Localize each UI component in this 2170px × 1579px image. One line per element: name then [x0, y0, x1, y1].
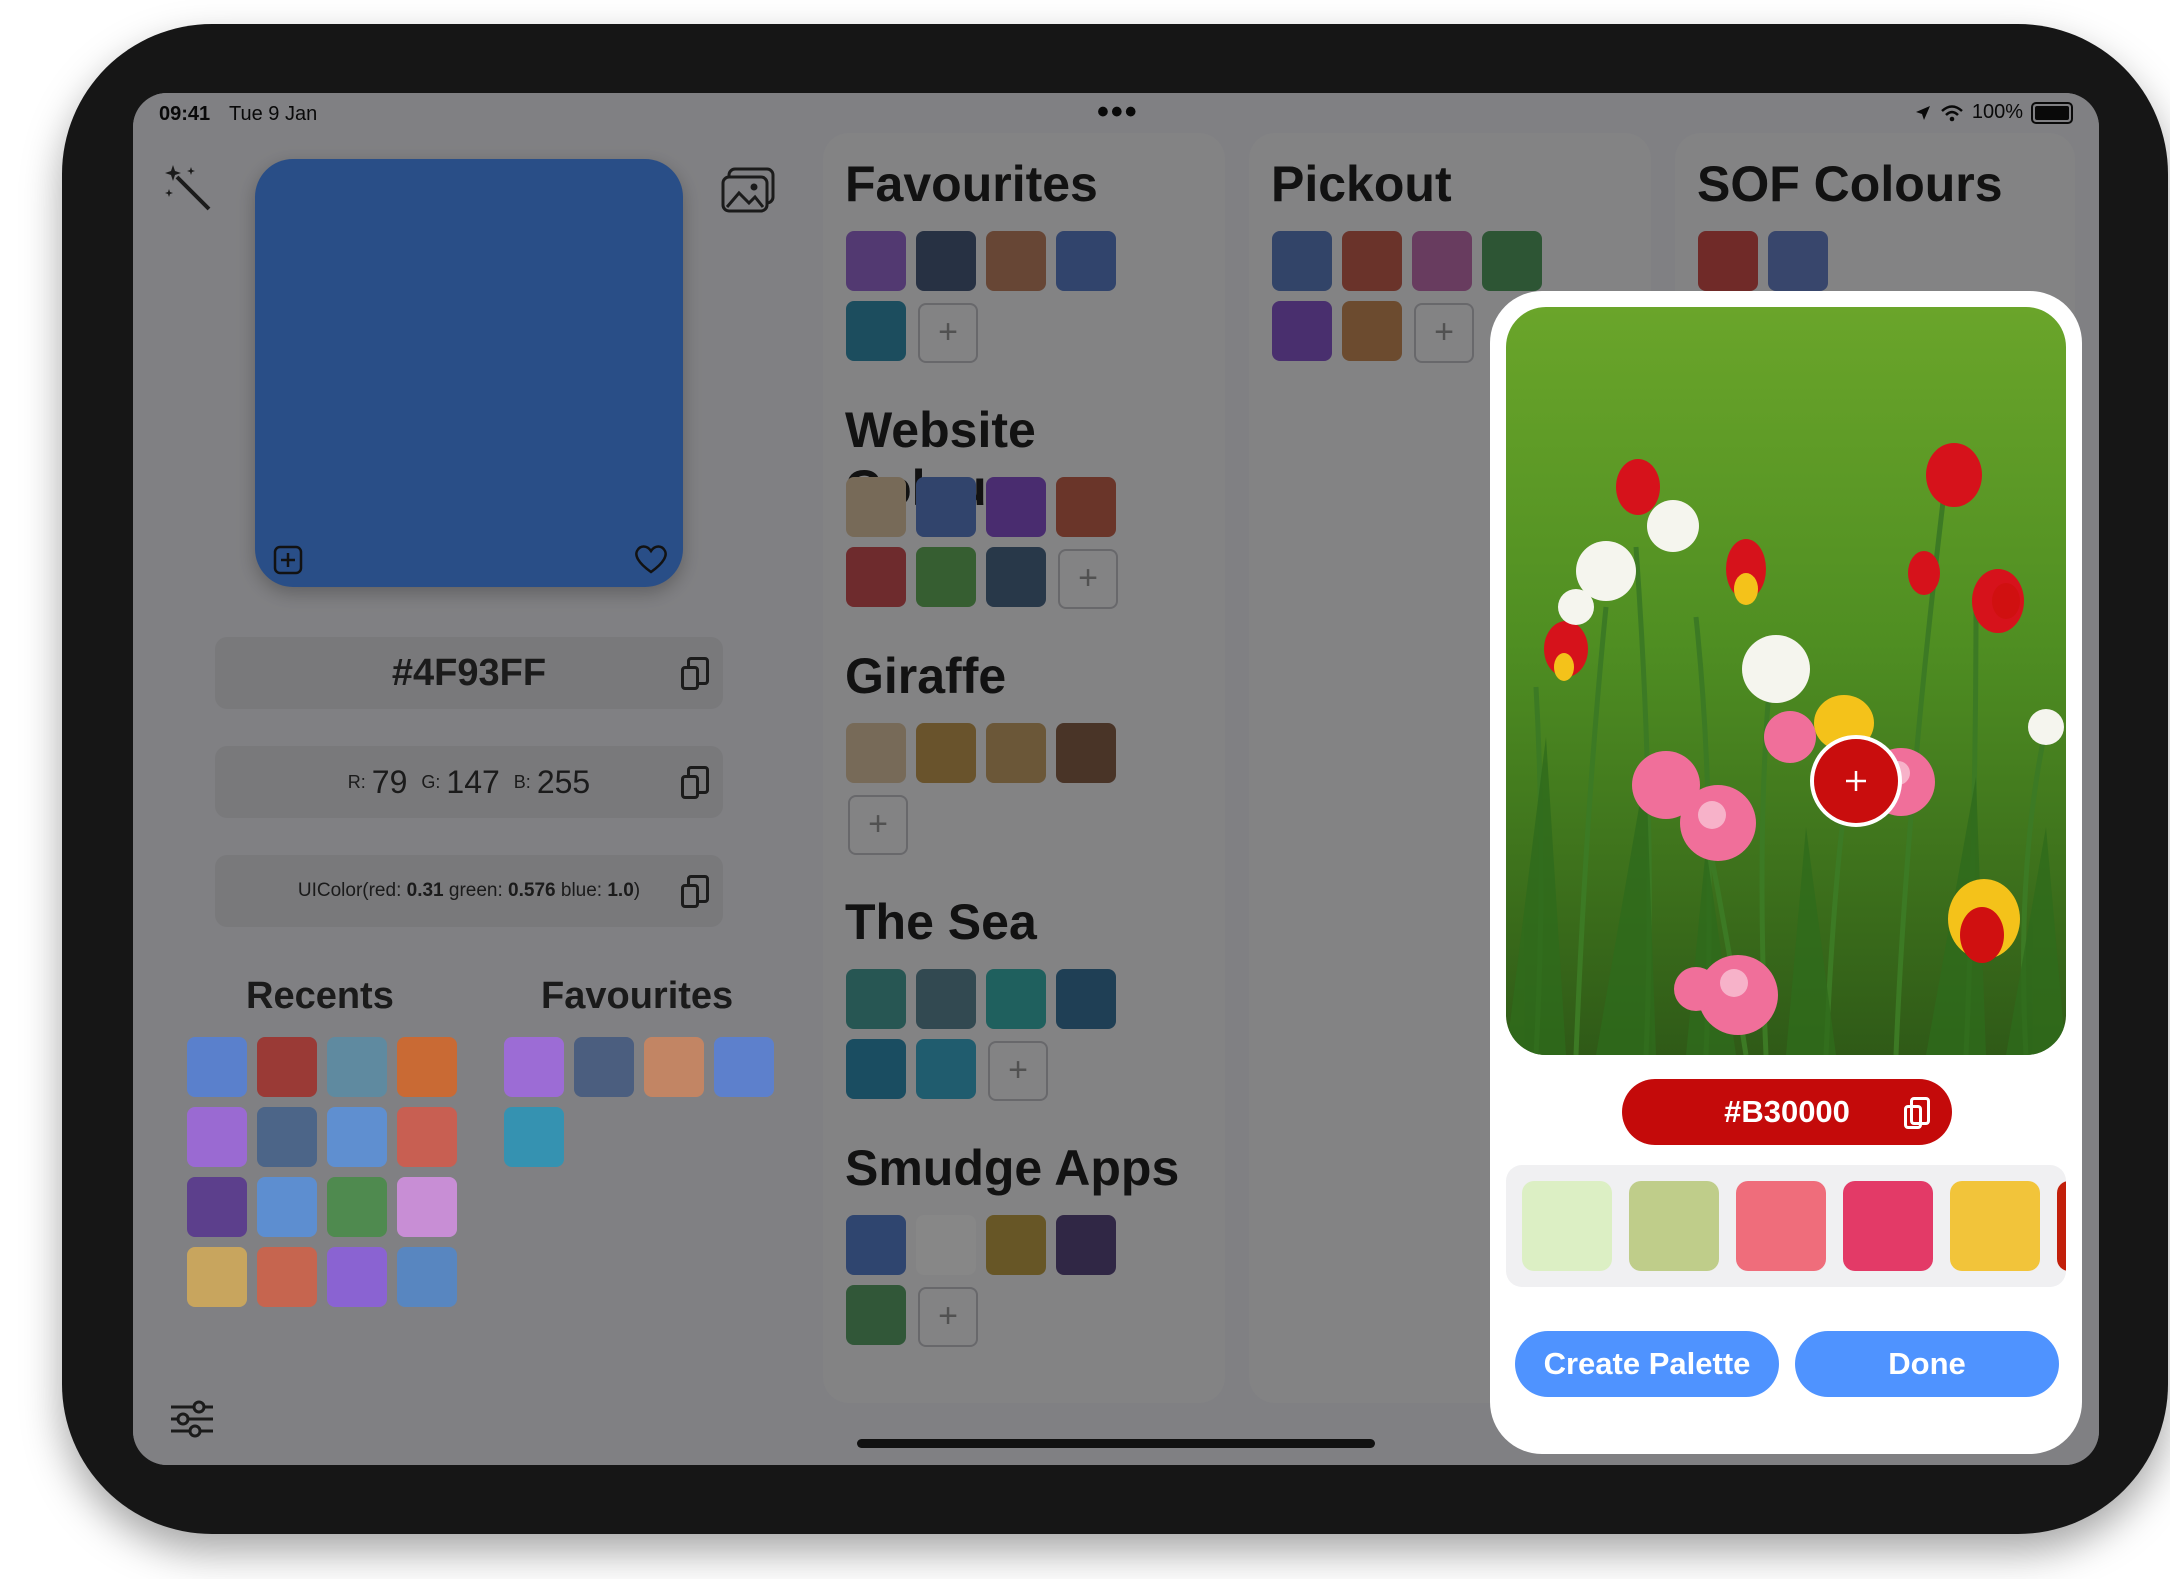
screen: 09:41 Tue 9 Jan ••• 100% #4F93FF R: 79 G… [133, 93, 2099, 1465]
extracted-color-swatch[interactable] [1950, 1181, 2040, 1271]
color-swatch[interactable] [714, 1037, 774, 1097]
color-swatch[interactable] [327, 1107, 387, 1167]
color-swatch[interactable] [327, 1037, 387, 1097]
color-swatch[interactable] [187, 1107, 247, 1167]
home-indicator [857, 1439, 1375, 1448]
flower-photo[interactable] [1506, 307, 2066, 1055]
color-swatch[interactable] [257, 1247, 317, 1307]
extracted-color-swatch[interactable] [1629, 1181, 1719, 1271]
color-swatch[interactable] [397, 1177, 457, 1237]
color-swatch[interactable] [187, 1247, 247, 1307]
color-swatch[interactable] [187, 1037, 247, 1097]
color-swatch[interactable] [504, 1037, 564, 1097]
color-swatch[interactable] [327, 1247, 387, 1307]
done-button[interactable]: Done [1795, 1331, 2059, 1397]
copy-icon[interactable] [1904, 1097, 1930, 1129]
extracted-color-swatch[interactable] [1843, 1181, 1933, 1271]
create-palette-button[interactable]: Create Palette [1515, 1331, 1779, 1397]
color-picker-sheet: #B30000 Create Palette Done [1490, 291, 2082, 1454]
color-swatch[interactable] [187, 1177, 247, 1237]
color-swatch[interactable] [257, 1037, 317, 1097]
color-swatch[interactable] [257, 1177, 317, 1237]
color-swatch[interactable] [257, 1107, 317, 1167]
picked-hex-pill[interactable]: #B30000 [1622, 1079, 1952, 1145]
extracted-color-swatch[interactable] [1736, 1181, 1826, 1271]
picked-hex-value: #B30000 [1724, 1094, 1850, 1129]
color-swatch[interactable] [644, 1037, 704, 1097]
color-swatch[interactable] [397, 1037, 457, 1097]
color-swatch[interactable] [327, 1177, 387, 1237]
extracted-color-swatch[interactable] [1522, 1181, 1612, 1271]
color-swatch[interactable] [397, 1107, 457, 1167]
color-swatch[interactable] [504, 1107, 564, 1167]
extracted-color-swatch[interactable] [2057, 1181, 2066, 1271]
color-swatch[interactable] [397, 1247, 457, 1307]
extracted-palette-row[interactable] [1506, 1165, 2066, 1287]
color-swatch[interactable] [574, 1037, 634, 1097]
tulips-image[interactable] [1506, 307, 2066, 1055]
